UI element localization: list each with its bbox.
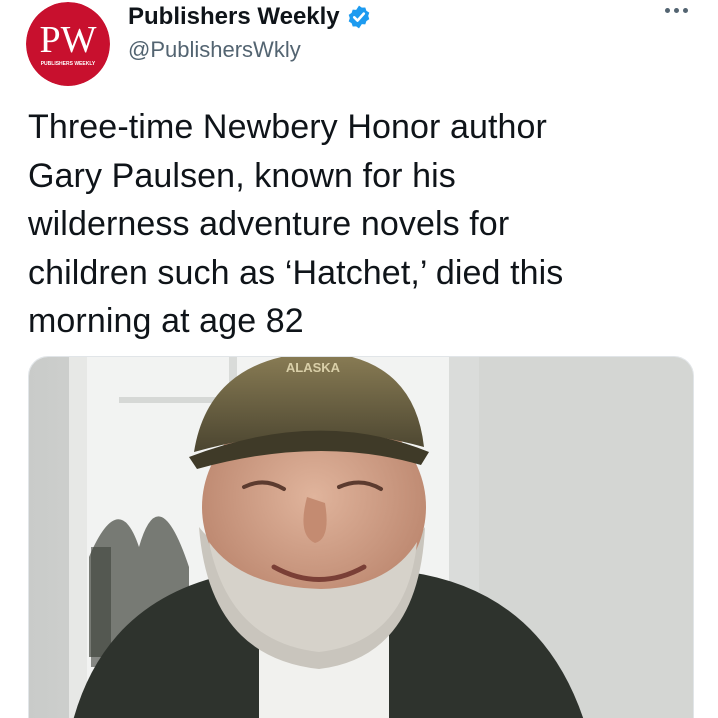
tweet-media-photo[interactable]: ALASKA (28, 356, 694, 718)
display-name-row: Publishers Weekly (128, 2, 372, 32)
author-info: Publishers Weekly @PublishersWkly (128, 2, 372, 64)
pw-logo: PW PUBLISHERS WEEKLY (26, 2, 110, 86)
avatar-logo-subtext: PUBLISHERS WEEKLY (41, 61, 96, 67)
more-dot (665, 8, 670, 13)
tweet-text-line: Three-time Newbery Honor author (28, 108, 547, 146)
tweet-text-line: wilderness adventure novels for (28, 205, 510, 244)
avatar-logo-text: PW (40, 19, 97, 61)
tweet-text: Three-time Newbery Honor author Gary Pau… (28, 103, 688, 346)
tweet-text-line: children such as ‘Hatchet,’ died this (28, 253, 564, 292)
photo-illustration: ALASKA (29, 357, 693, 718)
tweet-text-line: morning at age 82 (28, 302, 304, 341)
author-handle[interactable]: @PublishersWkly (128, 36, 372, 64)
verified-badge-icon (348, 5, 369, 29)
more-dot (674, 8, 679, 13)
more-options-icon[interactable] (665, 8, 688, 13)
more-dot (683, 8, 688, 13)
tweet-text-line: Gary Paulsen, known for his (28, 156, 456, 195)
author-display-name[interactable]: Publishers Weekly (128, 2, 340, 32)
author-avatar[interactable]: PW PUBLISHERS WEEKLY (26, 2, 110, 86)
tweet-card: PW PUBLISHERS WEEKLY Publishers Weekly @… (0, 0, 718, 718)
cap-logo-text: ALASKA (286, 360, 341, 375)
